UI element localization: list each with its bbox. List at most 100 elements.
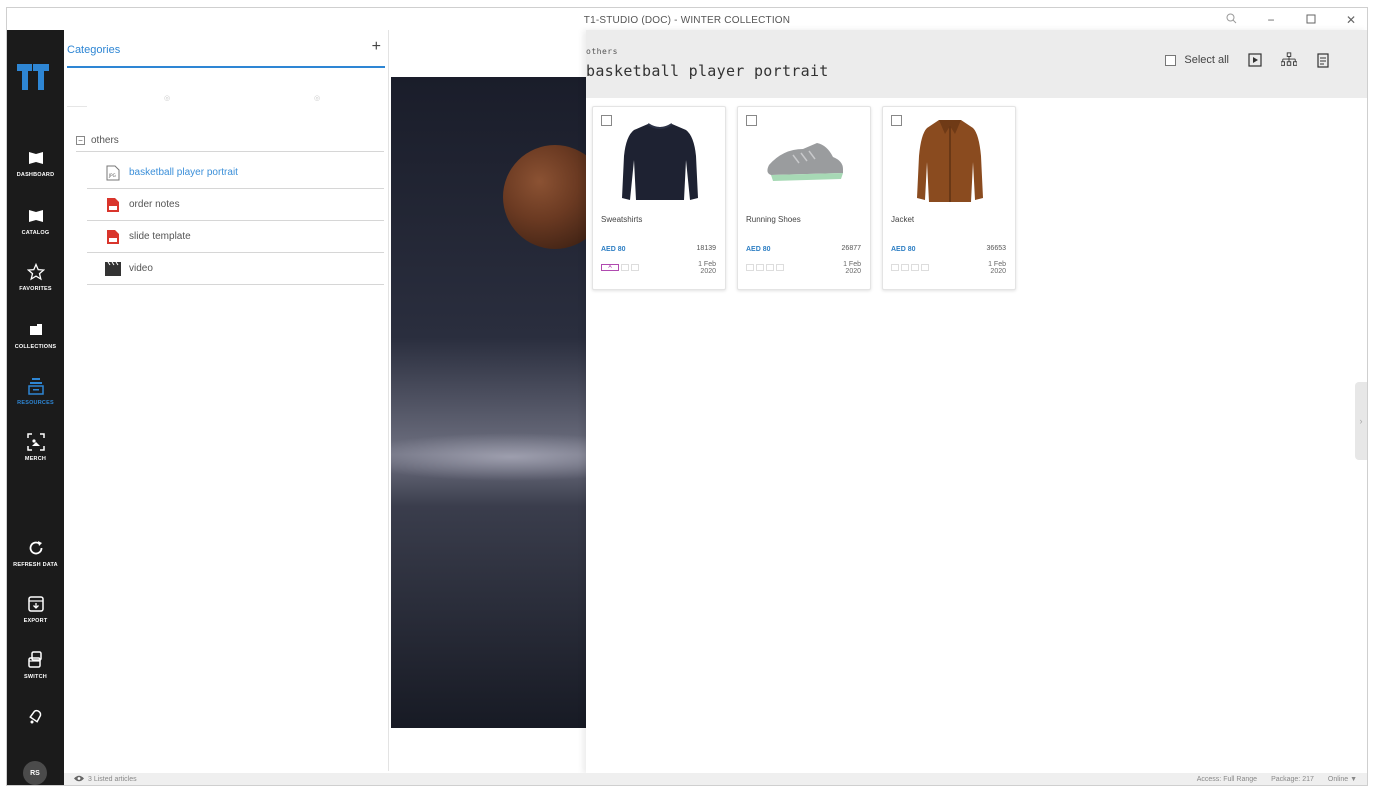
close-button[interactable]: ✕	[1343, 13, 1359, 27]
svg-text:JPG: JPG	[108, 173, 116, 178]
tag-slot	[901, 264, 909, 271]
refresh-icon	[26, 538, 46, 558]
tag-slot	[921, 264, 929, 271]
tag-slot	[776, 264, 784, 271]
article-date: 1 Feb 2020	[988, 261, 1006, 275]
article-card[interactable]: Running Shoes AED 80 26877 1 Feb 2020	[737, 106, 871, 290]
eye-icon	[74, 775, 84, 784]
tree-node-others[interactable]: − others	[76, 130, 384, 152]
article-tags	[746, 264, 784, 271]
checkbox[interactable]	[1165, 54, 1177, 66]
chevron-right-icon: ›	[1359, 416, 1363, 426]
toolbar: Select all	[1165, 52, 1331, 68]
wifi-icon: ▼	[1350, 775, 1357, 783]
running-shoe-image	[762, 113, 848, 209]
hierarchy-icon[interactable]	[1281, 52, 1297, 68]
access-status: Access: Full Range	[1196, 775, 1258, 783]
article-tags	[891, 264, 929, 271]
t1-logo	[17, 64, 49, 90]
jacket-image	[907, 113, 993, 209]
document-icon[interactable]	[1315, 52, 1331, 68]
nav-switch[interactable]: SWITCH	[7, 650, 64, 680]
page-title: basketball player portrait	[586, 62, 829, 80]
article-tags: A	[601, 264, 639, 271]
tree-leaf-basketball-player-portrait[interactable]: JPG basketball player portrait	[87, 157, 384, 189]
status-left: 3 Listed articles	[74, 775, 137, 784]
switch-icon	[26, 650, 46, 670]
maximize-button[interactable]	[1303, 13, 1319, 27]
nav-dashboard[interactable]: DASHBOARD	[7, 148, 64, 178]
nav-refresh-data[interactable]: REFRESH DATA	[7, 538, 64, 568]
divider	[67, 106, 87, 107]
status-right: Access: Full Range Package: 217 Online ▼	[1197, 776, 1357, 783]
resource-preview-image	[391, 77, 591, 728]
article-name: Sweatshirts	[601, 215, 643, 224]
jpg-file-icon: JPG	[105, 165, 121, 181]
dashboard-icon	[26, 148, 46, 168]
listed-articles-count: 3 Listed articles	[88, 775, 137, 783]
add-category-button[interactable]: +	[372, 38, 381, 56]
select-all-checkbox[interactable]: Select all	[1165, 54, 1229, 66]
nav-notifications[interactable]	[7, 706, 64, 726]
article-checkbox[interactable]	[601, 115, 612, 126]
merch-icon	[26, 432, 46, 452]
article-name: Jacket	[891, 215, 915, 224]
tree-leaf-video[interactable]: video	[87, 253, 384, 285]
dot-indicator: ◎	[314, 95, 321, 102]
tag-slot	[746, 264, 754, 271]
nav-merch[interactable]: MERCH	[7, 432, 64, 462]
article-date: 1 Feb 2020	[843, 261, 861, 275]
article-code: 26877	[841, 245, 861, 252]
breadcrumb[interactable]: others	[586, 47, 618, 56]
select-all-label: Select all	[1184, 54, 1229, 66]
article-card[interactable]: Sweatshirts AED 80 18139 A 1 Feb 2020	[592, 106, 726, 290]
nav-favorites[interactable]: FAVORITES	[7, 262, 64, 292]
connection-status: Online ▼	[1327, 775, 1357, 783]
play-icon[interactable]	[1247, 52, 1263, 68]
collapse-icon[interactable]: −	[76, 136, 85, 145]
tree-leaf-label: video	[129, 263, 153, 274]
dot-indicator: ◎	[164, 95, 171, 102]
article-price: AED 80	[746, 246, 771, 253]
categories-panel: Categories + ◎ ◎ − others JPG basketball…	[64, 30, 389, 771]
minimize-button[interactable]: −	[1263, 13, 1279, 27]
collections-icon	[26, 320, 46, 340]
window-title: T1-STUDIO (DOC) - WINTER COLLECTION	[583, 14, 791, 26]
nav-collections[interactable]: COLLECTIONS	[7, 320, 64, 350]
tree-leaf-label: basketball player portrait	[129, 167, 238, 178]
left-nav: DASHBOARD CATALOG FAVORITES COLLECTIONS …	[7, 30, 64, 785]
pdf-file-icon	[105, 229, 121, 245]
tree-leaf-slide-template[interactable]: slide template	[87, 221, 384, 253]
nav-catalog[interactable]: CATALOG	[7, 206, 64, 236]
article-code: 36653	[986, 245, 1006, 252]
resource-detail-panel: others basketball player portrait Select…	[586, 30, 1367, 774]
status-bar: 3 Listed articles Access: Full Range Pac…	[64, 773, 1367, 785]
article-code: 18139	[696, 245, 716, 252]
tag-slot	[766, 264, 774, 271]
article-date: 1 Feb 2020	[698, 261, 716, 275]
app-window: T1-STUDIO (DOC) - WINTER COLLECTION − ✕ …	[6, 7, 1368, 786]
article-card[interactable]: Jacket AED 80 36653 1 Feb 2020	[882, 106, 1016, 290]
article-price: AED 80	[601, 246, 626, 253]
user-avatar[interactable]: RS	[23, 761, 47, 785]
tree-leaf-label: order notes	[129, 199, 180, 210]
article-name: Running Shoes	[746, 215, 801, 224]
article-checkbox[interactable]	[891, 115, 902, 126]
tag-slot	[756, 264, 764, 271]
tag-slot	[621, 264, 629, 271]
tree-leaf-label: slide template	[129, 231, 191, 242]
catalog-icon	[26, 206, 46, 226]
star-icon	[26, 262, 46, 282]
nav-resources[interactable]: RESOURCES	[7, 376, 64, 406]
title-bar: T1-STUDIO (DOC) - WINTER COLLECTION − ✕	[7, 8, 1367, 32]
expand-panel-handle[interactable]: ›	[1355, 382, 1367, 460]
video-icon	[105, 261, 121, 277]
nav-export[interactable]: EXPORT	[7, 594, 64, 624]
tree-leaf-order-notes[interactable]: order notes	[87, 189, 384, 221]
search-icon[interactable]	[1223, 13, 1239, 27]
basketball-image	[503, 145, 591, 249]
categories-header: Categories +	[67, 38, 385, 68]
categories-title: Categories	[67, 44, 121, 56]
resource-header: others basketball player portrait Select…	[586, 30, 1367, 98]
article-checkbox[interactable]	[746, 115, 757, 126]
